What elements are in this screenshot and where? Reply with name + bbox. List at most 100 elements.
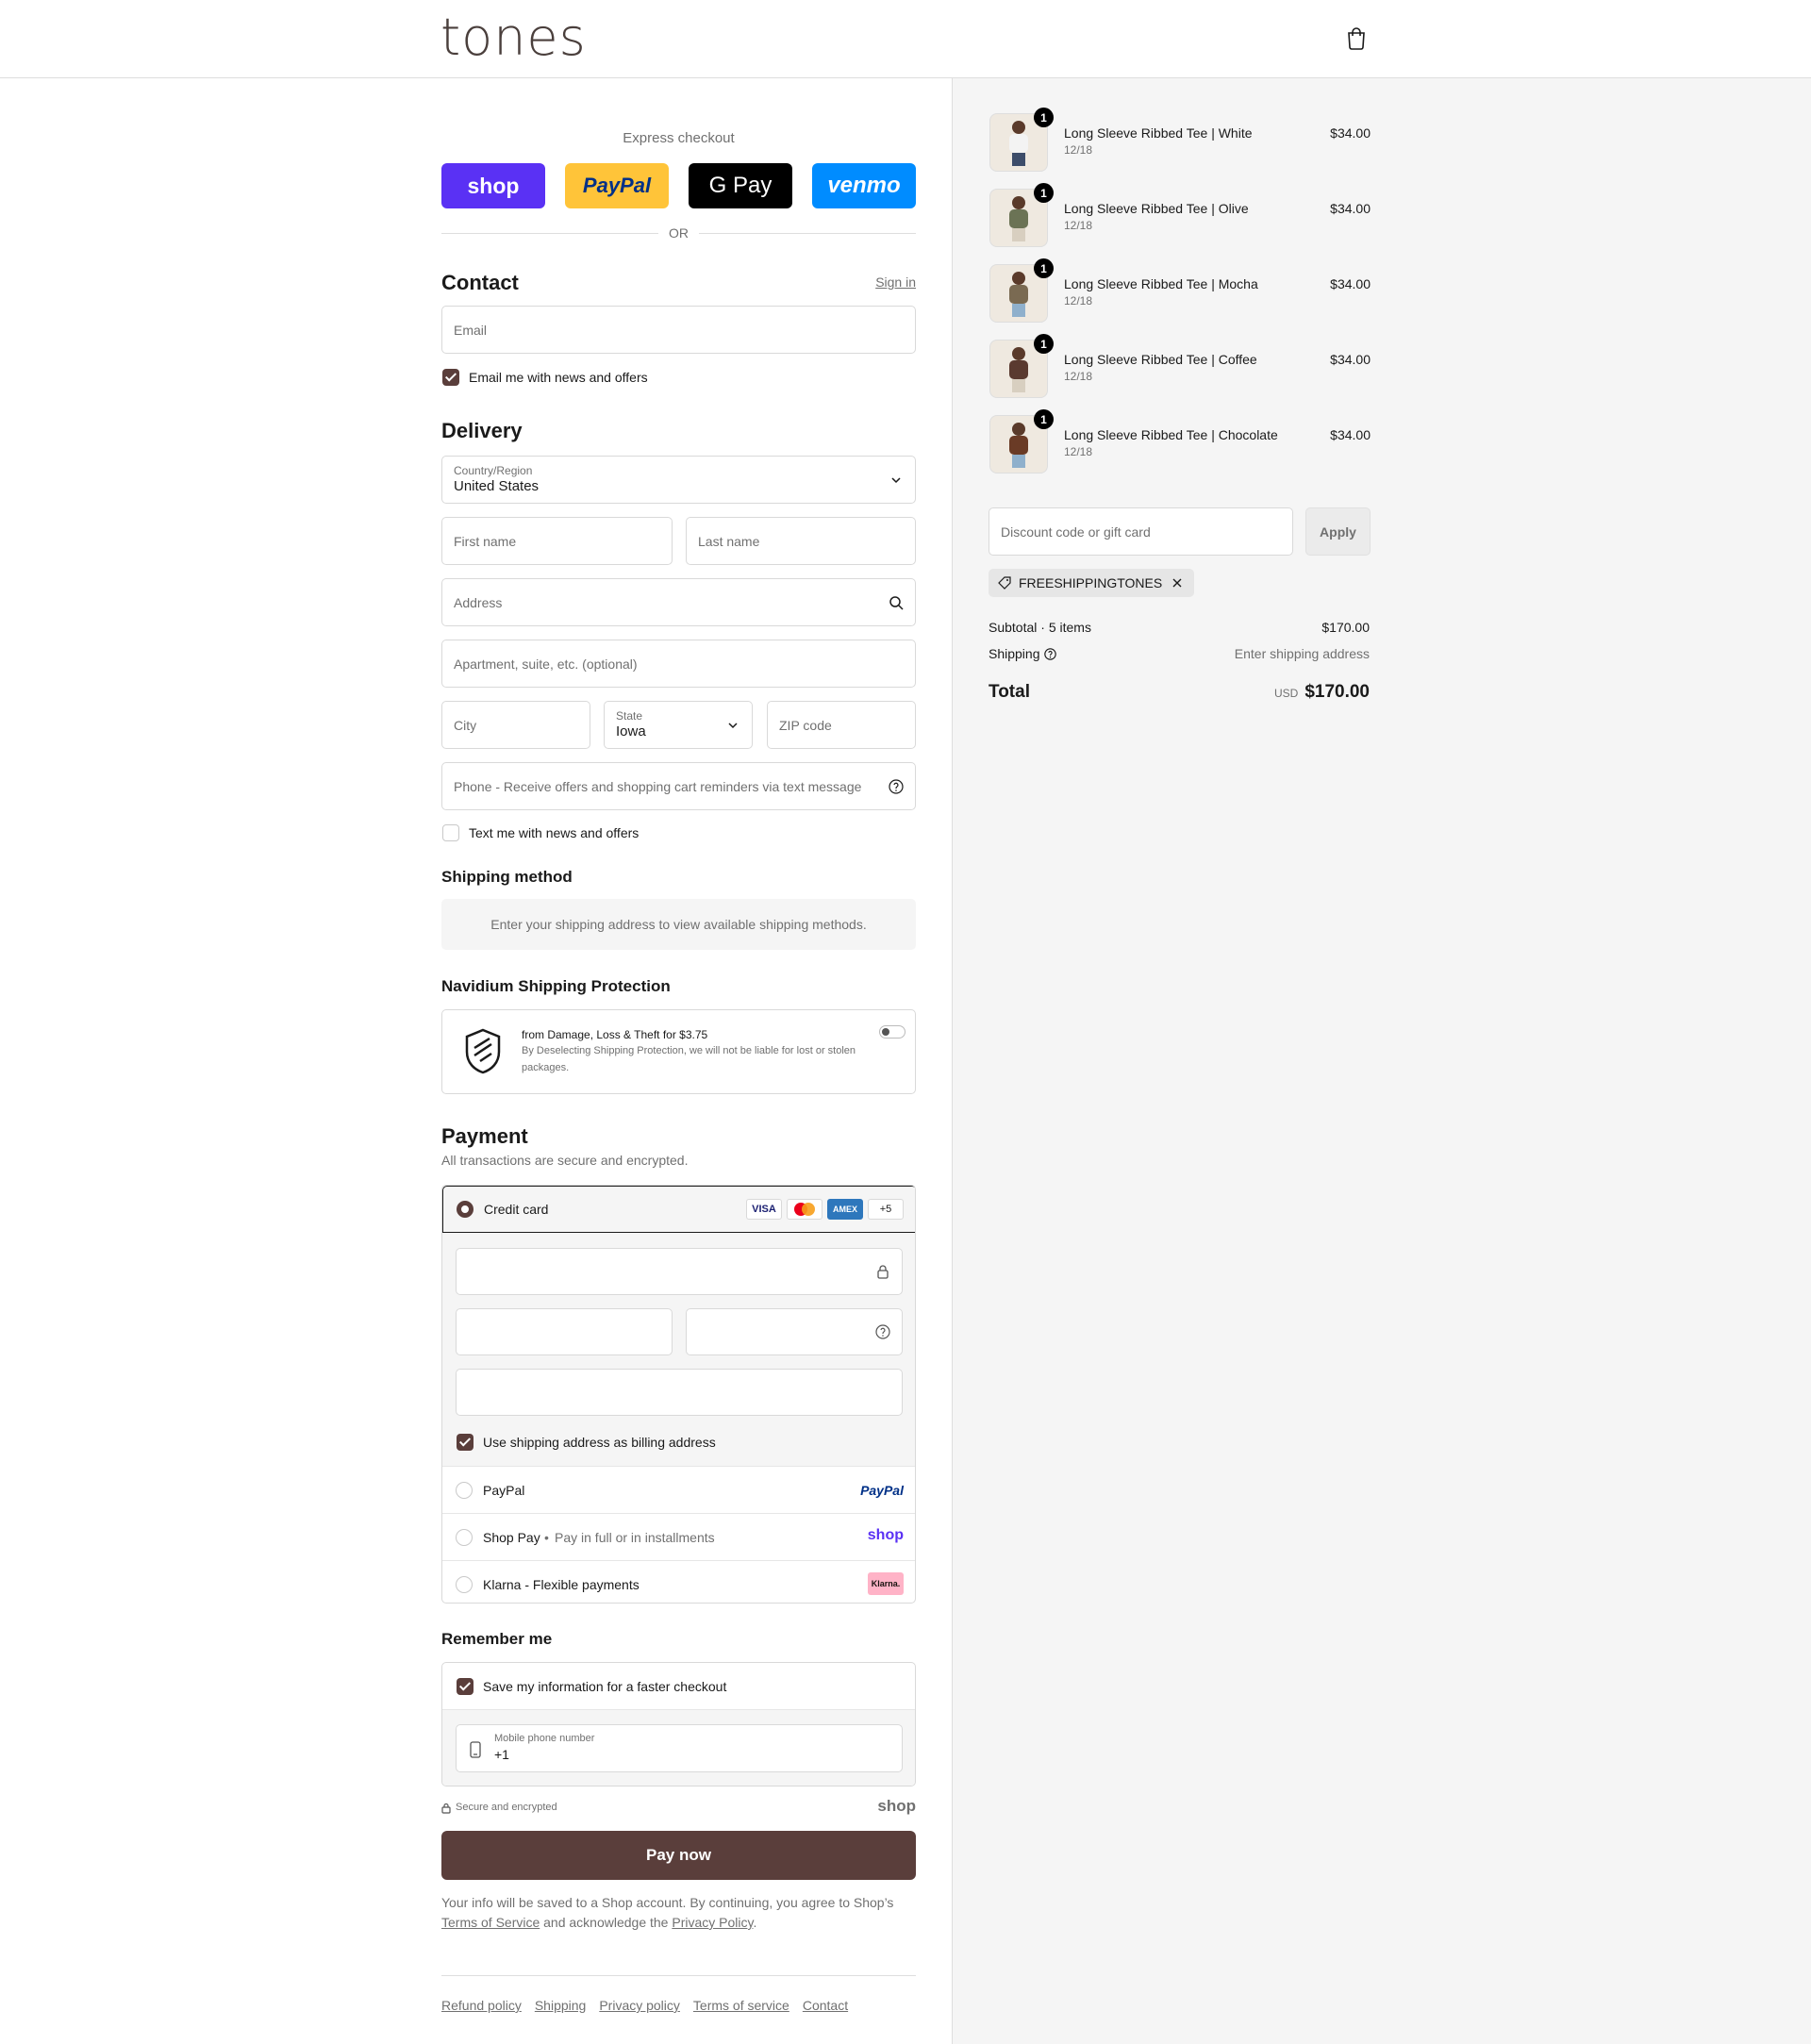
footer-link-privacy[interactable]: Privacy policy <box>599 1998 680 2013</box>
klarna-logo: Klarna. <box>868 1572 904 1595</box>
email-news-label: Email me with news and offers <box>469 370 648 385</box>
shop-pay-option[interactable]: Shop Pay • Pay in full or in installment… <box>442 1514 915 1561</box>
zip-field[interactable]: ZIP code <box>767 701 916 749</box>
footer-link-shipping[interactable]: Shipping <box>535 1998 587 2013</box>
email-news-checkbox[interactable] <box>442 369 459 386</box>
mobile-phone-field[interactable]: Mobile phone number +1 <box>456 1724 903 1772</box>
card-number-field[interactable] <box>456 1248 903 1295</box>
expiration-date-field[interactable] <box>456 1308 673 1355</box>
item-variant: 12/18 <box>1064 219 1093 232</box>
help-icon[interactable] <box>875 1324 890 1339</box>
state-select[interactable]: State Iowa <box>604 701 753 749</box>
pay-now-button[interactable]: Pay now <box>441 1831 916 1880</box>
city-field[interactable]: City <box>441 701 590 749</box>
credit-card-option[interactable]: Credit card VISA AMEX +5 <box>442 1186 915 1233</box>
country-select[interactable]: Country/Region United States <box>441 456 916 504</box>
first-name-placeholder: First name <box>454 533 517 549</box>
shopping-bag-icon[interactable] <box>1345 25 1368 50</box>
protection-heading: Navidium Shipping Protection <box>441 977 671 995</box>
or-divider: OR <box>441 224 916 242</box>
chevron-down-icon <box>891 476 901 483</box>
terms-of-service-link[interactable]: Terms of Service <box>441 1915 540 1930</box>
card-fields-area: Use shipping address as billing address <box>442 1233 915 1467</box>
shop-pay-button[interactable]: shop <box>441 163 545 208</box>
discount-tag: FREESHIPPINGTONES <box>989 569 1195 597</box>
footer-link-terms[interactable]: Terms of service <box>693 1998 789 2013</box>
header: tones <box>0 0 1811 78</box>
google-pay-button[interactable]: G Pay <box>689 163 792 208</box>
sign-in-link[interactable]: Sign in <box>875 274 916 290</box>
paypal-option[interactable]: PayPal PayPal <box>442 1467 915 1514</box>
billing-address-checkbox[interactable] <box>457 1434 474 1451</box>
help-icon[interactable] <box>889 778 904 794</box>
item-price: $34.00 <box>1330 201 1371 216</box>
discount-code: FREESHIPPINGTONES <box>1019 575 1163 590</box>
footer-link-contact[interactable]: Contact <box>803 1998 848 2013</box>
paypal-radio[interactable] <box>456 1482 473 1499</box>
security-code-field[interactable] <box>686 1308 903 1355</box>
discount-code-field[interactable]: Discount code or gift card <box>989 507 1293 556</box>
item-name: Long Sleeve Ribbed Tee | Mocha <box>1064 276 1258 291</box>
payment-subtitle: All transactions are secure and encrypte… <box>441 1153 689 1168</box>
search-icon[interactable] <box>889 595 904 610</box>
save-info-row[interactable]: Save my information for a faster checkou… <box>442 1663 915 1710</box>
item-price: $34.00 <box>1330 352 1371 367</box>
mobile-phone-label: Mobile phone number <box>494 1733 595 1744</box>
paypal-button[interactable]: PayPal <box>565 163 669 208</box>
lock-icon <box>441 1803 451 1814</box>
help-icon[interactable] <box>1044 648 1056 660</box>
product-image: 1 <box>989 183 1054 247</box>
tag-icon <box>998 576 1011 590</box>
credit-card-radio[interactable] <box>457 1201 474 1218</box>
store-logo[interactable]: tones <box>440 8 587 67</box>
cart-item: 1 Long Sleeve Ribbed Tee | Chocolate 12/… <box>989 409 1371 474</box>
paypal-logo: PayPal <box>860 1483 904 1498</box>
footer-link-refund[interactable]: Refund policy <box>441 1998 522 2013</box>
shield-icon <box>465 1028 501 1074</box>
phone-field[interactable]: Phone - Receive offers and shopping cart… <box>441 762 916 810</box>
mobile-area: Mobile phone number +1 <box>442 1710 915 1786</box>
lock-icon <box>877 1265 889 1279</box>
total-value: $170.00 <box>1304 682 1370 702</box>
contact-heading: Contact <box>441 271 519 294</box>
cart-item: 1 Long Sleeve Ribbed Tee | Olive 12/18 $… <box>989 183 1371 247</box>
save-info-checkbox[interactable] <box>457 1678 474 1695</box>
more-cards-badge: +5 <box>868 1199 904 1220</box>
close-icon[interactable] <box>1171 577 1183 589</box>
protection-toggle[interactable] <box>879 1025 906 1039</box>
first-name-field[interactable]: First name <box>441 517 673 565</box>
toggle-knob <box>882 1028 889 1036</box>
shop-pay-radio[interactable] <box>456 1529 473 1546</box>
apply-button[interactable]: Apply <box>1305 507 1371 556</box>
shop-pay-subtitle: Pay in full or in installments <box>555 1530 715 1545</box>
subtotal-label: Subtotal · 5 items <box>989 620 1091 635</box>
klarna-option[interactable]: Klarna - Flexible payments Klarna. <box>442 1561 915 1603</box>
item-name: Long Sleeve Ribbed Tee | Coffee <box>1064 352 1257 367</box>
quantity-badge: 1 <box>1034 409 1054 429</box>
footer-divider <box>441 1975 916 1976</box>
address-placeholder: Address <box>454 594 503 610</box>
total-label: Total <box>989 682 1030 702</box>
text-news-checkbox[interactable] <box>442 824 459 841</box>
item-price: $34.00 <box>1330 276 1371 291</box>
venmo-button[interactable]: venmo <box>812 163 916 208</box>
email-field[interactable]: Email <box>441 306 916 354</box>
shop-pay-label: Shop Pay <box>483 1530 540 1545</box>
privacy-policy-link[interactable]: Privacy Policy <box>672 1915 753 1930</box>
shop-pay-logo: shop <box>867 1527 904 1543</box>
phone-placeholder: Phone - Receive offers and shopping cart… <box>454 778 862 794</box>
product-image: 1 <box>989 108 1054 172</box>
apartment-field[interactable]: Apartment, suite, etc. (optional) <box>441 640 916 688</box>
mobile-phone-value: +1 <box>494 1747 509 1762</box>
name-on-card-field[interactable] <box>456 1369 903 1416</box>
last-name-field[interactable]: Last name <box>686 517 916 565</box>
shop-logo: shop <box>877 1797 916 1815</box>
secure-encrypted-text: Secure and encrypted <box>456 1802 557 1813</box>
billing-address-label: Use shipping address as billing address <box>483 1435 716 1450</box>
text-news-label: Text me with news and offers <box>469 825 640 840</box>
klarna-radio[interactable] <box>456 1576 473 1593</box>
quantity-badge: 1 <box>1034 108 1054 127</box>
paypal-label: PayPal <box>483 1483 525 1498</box>
address-field[interactable]: Address <box>441 578 916 626</box>
credit-card-label: Credit card <box>484 1202 549 1217</box>
